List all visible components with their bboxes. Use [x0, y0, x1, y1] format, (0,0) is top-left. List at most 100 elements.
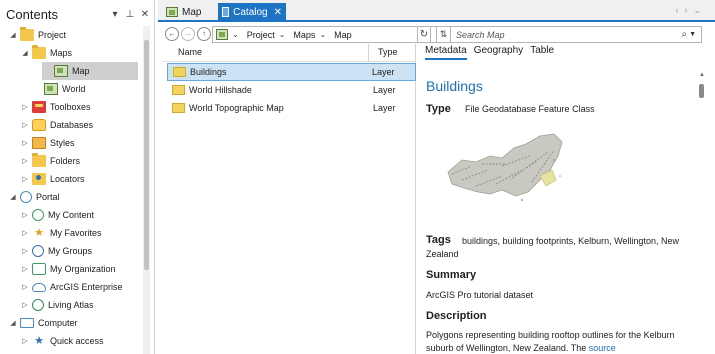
collapsed-arrow-icon[interactable]: ▷ — [20, 139, 30, 147]
contents-scrollbar[interactable] — [143, 26, 150, 354]
description-text: Polygons representing building rooftop o… — [426, 330, 675, 353]
source-link[interactable]: source — [589, 343, 616, 353]
close-tab-icon[interactable]: ✕ — [274, 7, 282, 18]
tab-catalog[interactable]: Catalog ✕ — [218, 3, 286, 21]
table-row[interactable]: World Hillshade Layer — [167, 81, 416, 99]
item-thumbnail — [447, 133, 563, 201]
groups-icon — [32, 245, 44, 257]
expanded-arrow-icon[interactable]: ◢ — [8, 193, 18, 201]
collapsed-arrow-icon[interactable]: ▷ — [20, 157, 30, 165]
row-name: World Hillshade — [189, 85, 252, 95]
tree-item-label: Locators — [50, 174, 85, 184]
collapsed-arrow-icon[interactable]: ▷ — [20, 211, 30, 219]
back-icon[interactable]: ← — [165, 27, 179, 41]
layer-icon — [172, 85, 185, 95]
tree-item-world[interactable]: World — [0, 80, 140, 98]
tree-item-label: Map — [72, 66, 90, 76]
tree-item-label: Living Atlas — [48, 300, 94, 310]
pin-icon[interactable]: ⊥ — [124, 9, 136, 20]
project-folder-icon — [20, 27, 34, 41]
tree-item-project[interactable]: ◢ Project — [0, 26, 140, 44]
tab-table[interactable]: Table — [530, 45, 554, 60]
tree-item-databases[interactable]: ▷ Databases — [0, 116, 140, 134]
tab-catalog-label: Catalog — [233, 6, 268, 18]
tab-metadata[interactable]: Metadata — [425, 45, 467, 60]
enterprise-icon — [32, 282, 46, 292]
breadcrumb-map[interactable]: Map — [334, 30, 352, 40]
tree-item-label: My Groups — [48, 246, 93, 256]
contents-header: Contents ▾ ⊥ ✕ — [0, 0, 154, 28]
breadcrumb-maps[interactable]: Maps — [293, 30, 315, 40]
chevron-down-icon[interactable]: ⌄ — [319, 30, 326, 39]
portal-icon — [20, 191, 32, 203]
scrollbar-thumb[interactable] — [144, 40, 149, 270]
tree-item-locators[interactable]: ▷ Locators — [0, 170, 140, 188]
tree-item-my-content[interactable]: ▷ My Content — [0, 206, 140, 224]
collapsed-arrow-icon[interactable]: ▷ — [20, 301, 30, 309]
expanded-arrow-icon[interactable]: ◢ — [8, 31, 18, 39]
refresh-icon[interactable]: ↻ — [417, 26, 431, 43]
search-options-dropdown-icon[interactable]: ▼ — [689, 31, 696, 38]
collapsed-arrow-icon[interactable]: ▷ — [20, 229, 30, 237]
tab-geography[interactable]: Geography — [474, 45, 523, 60]
expanded-arrow-icon[interactable]: ◢ — [20, 49, 30, 57]
collapsed-arrow-icon[interactable]: ▷ — [20, 283, 30, 291]
column-header-name[interactable]: Name — [178, 47, 202, 57]
tree-item-my-groups[interactable]: ▷ My Groups — [0, 242, 140, 260]
collapsed-arrow-icon[interactable]: ▷ — [20, 103, 30, 111]
tree-item-label: World — [62, 84, 86, 94]
collapsed-arrow-icon[interactable]: ▷ — [20, 175, 30, 183]
row-name: World Topographic Map — [189, 103, 284, 113]
tree-item-portal[interactable]: ◢ Portal — [0, 188, 140, 206]
tab-map[interactable]: Map — [162, 3, 214, 21]
collapsed-arrow-icon[interactable]: ▷ — [20, 121, 30, 129]
search-icon[interactable]: ⌕ — [681, 29, 687, 40]
collapsed-arrow-icon[interactable]: ▷ — [20, 247, 30, 255]
close-icon[interactable]: ✕ — [139, 9, 151, 20]
details-scrollbar-thumb[interactable] — [699, 84, 704, 98]
catalog-icon — [222, 7, 230, 17]
type-label: Type — [426, 103, 451, 115]
tree-item-quick-access[interactable]: ▷ ★ Quick access — [0, 332, 140, 350]
up-icon[interactable]: ↑ — [197, 27, 211, 41]
column-header-type[interactable]: Type — [378, 47, 398, 57]
tree-item-living-atlas[interactable]: ▷ Living Atlas — [0, 296, 140, 314]
chevron-down-icon[interactable]: ⌄ — [232, 30, 239, 39]
chevron-down-icon[interactable]: ⌄ — [279, 30, 286, 39]
map-icon — [54, 65, 68, 77]
details-scrollbar[interactable]: ▲ — [699, 72, 705, 354]
tree-item-maps[interactable]: ◢ Maps — [0, 44, 140, 62]
map-icon — [216, 29, 228, 40]
table-row[interactable]: Buildings Layer — [167, 63, 416, 81]
tree-item-arcgis-enterprise[interactable]: ▷ ArcGIS Enterprise — [0, 278, 140, 296]
table-row[interactable]: World Topographic Map Layer — [167, 99, 416, 117]
forward-icon[interactable]: → — [181, 27, 195, 41]
summary-value: ArcGIS Pro tutorial dataset — [426, 290, 534, 300]
favorites-icon: ★ — [34, 227, 44, 239]
sort-icon[interactable]: ⇅ — [437, 27, 451, 42]
collapsed-arrow-icon[interactable]: ▷ — [20, 265, 30, 273]
tree-item-folders[interactable]: ▷ Folders — [0, 152, 140, 170]
search-input[interactable] — [451, 27, 682, 42]
details-tabs: Metadata Geography Table — [425, 45, 561, 60]
column-divider[interactable] — [368, 44, 369, 62]
tree-item-my-favorites[interactable]: ▷ ★ My Favorites — [0, 224, 140, 242]
expanded-arrow-icon[interactable]: ◢ — [8, 319, 18, 327]
tab-scroll-arrows[interactable]: ‹›⌄ — [675, 5, 707, 16]
locators-icon — [32, 173, 46, 185]
tree-item-my-organization[interactable]: ▷ My Organization — [0, 260, 140, 278]
breadcrumb-project[interactable]: Project — [247, 30, 275, 40]
options-dropdown-icon[interactable]: ▾ — [109, 9, 121, 20]
tree-item-label: My Organization — [50, 264, 116, 274]
collapsed-arrow-icon[interactable]: ▷ — [20, 337, 30, 345]
tree-item-label: Portal — [36, 192, 60, 202]
tree-item-computer[interactable]: ◢ Computer — [0, 314, 140, 332]
contents-pane: Contents ▾ ⊥ ✕ ◢ Project ◢ Maps Map World ▷ Too… — [0, 0, 155, 354]
tree-item-label: Quick access — [50, 336, 104, 346]
tree-item-map[interactable]: Map — [42, 62, 138, 80]
scroll-up-icon[interactable]: ▲ — [699, 72, 705, 78]
tree-item-styles[interactable]: ▷ Styles — [0, 134, 140, 152]
search-box: ⇅ ⌕ ▼ — [436, 26, 702, 43]
tree-item-toolboxes[interactable]: ▷ Toolboxes — [0, 98, 140, 116]
layer-icon — [173, 67, 186, 77]
